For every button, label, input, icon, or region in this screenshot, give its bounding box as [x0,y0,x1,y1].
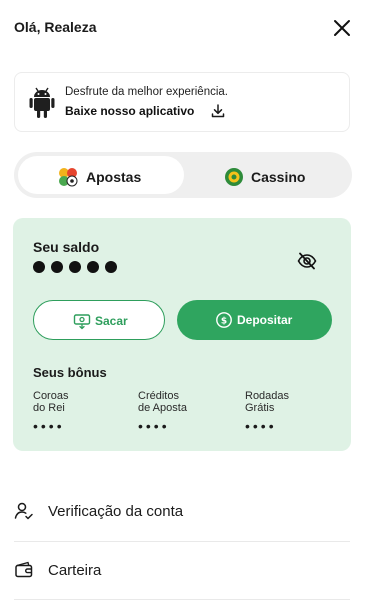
bonus-label: Rodadas Grátis [245,390,290,414]
menu-item-verificacao[interactable]: Verificação da conta [14,489,350,535]
deposit-icon: $ [215,311,233,329]
balance-hidden-value [33,260,123,274]
download-icon[interactable] [210,103,226,119]
bonus-item: Créditos de Aposta •••• [138,390,238,433]
casino-chip-icon [224,167,244,187]
android-icon [29,86,55,119]
menu-divider [14,541,350,542]
tab-apostas-label: Apostas [86,169,142,185]
balance-label: Seu saldo [33,239,100,255]
bonus-label: Créditos de Aposta [138,390,187,414]
app-download-banner[interactable]: Desfrute da melhor experiência. Baixe no… [14,72,350,132]
withdraw-label: Sacar [95,314,128,328]
deposit-button[interactable]: $ Depositar [177,300,332,340]
menu-item-label: Verificação da conta [48,503,184,520]
bonus-value: •••• [245,418,277,434]
greeting-title: Olá, Realeza [14,19,97,35]
tab-cassino-label: Cassino [251,169,306,185]
banner-subtitle: Desfrute da melhor experiência. [65,86,228,98]
svg-text:$: $ [221,317,227,327]
menu-item-carteira[interactable]: Carteira [14,548,350,594]
balance-card: Seu saldo Sacar $ Depositar Seus bônus C… [13,218,351,451]
eye-off-icon[interactable] [296,250,318,272]
tab-apostas[interactable]: Apostas [18,156,184,194]
deposit-label: Depositar [237,313,293,327]
sports-balls-icon [58,167,78,187]
download-app-link[interactable]: Baixe nosso aplicativo [65,104,194,118]
withdraw-icon [73,312,91,330]
menu-divider [14,599,350,600]
menu-item-label: Carteira [48,562,102,579]
bonus-item: Rodadas Grátis •••• [245,390,345,433]
bonus-value: •••• [33,418,65,434]
bonus-value: •••• [138,418,170,434]
bonus-item: Coroas do Rei •••• [33,390,133,433]
close-icon[interactable] [331,17,353,39]
withdraw-button[interactable]: Sacar [33,300,165,340]
user-check-icon [14,501,34,521]
wallet-icon [14,560,34,580]
tab-cassino[interactable]: Cassino [184,156,348,194]
bonus-label: Coroas do Rei [33,390,69,414]
bonus-title: Seus bônus [33,365,107,380]
mode-tabs: Apostas Cassino [14,152,352,198]
drawer-header: Olá, Realeza [0,0,366,55]
